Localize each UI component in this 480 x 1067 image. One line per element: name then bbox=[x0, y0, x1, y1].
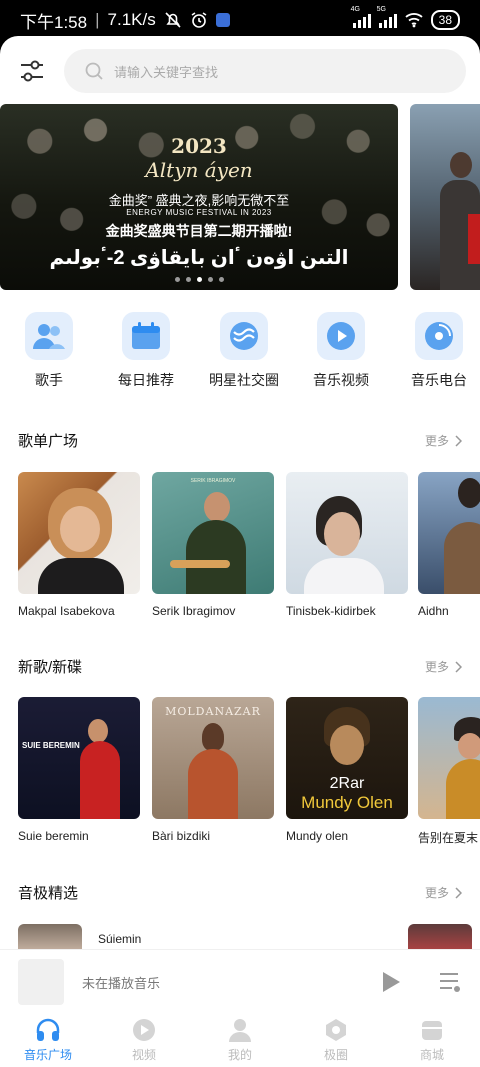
network-speed: 7.1K/s bbox=[107, 10, 156, 29]
category-video[interactable]: 音乐视频 bbox=[296, 312, 386, 390]
category-row: 歌手 每日推荐 明星社交圈 音乐视频 音乐电台 bbox=[0, 312, 480, 396]
clock: 下午1:58 bbox=[20, 12, 88, 32]
banner-slide[interactable]: 2023 Altyn áyen 金曲奖” 盛典之夜,影响无微不至 ENERGY … bbox=[0, 104, 398, 290]
bottom-tab-bar: 音乐广场 视频 我的 极圈 商城 bbox=[0, 1014, 480, 1067]
selected-item-cover[interactable] bbox=[18, 924, 82, 952]
video-icon bbox=[317, 312, 365, 360]
album-cover bbox=[418, 697, 480, 819]
signal-icon: 4G bbox=[351, 6, 371, 28]
mute-icon bbox=[165, 12, 181, 28]
playlist-row: Makpal Isabekova SERIK IBRAGIMOV Serik I… bbox=[0, 472, 480, 622]
album-card[interactable]: 告别在夏末 bbox=[418, 697, 480, 846]
player-status: 未在播放音乐 bbox=[82, 975, 161, 991]
circle-icon bbox=[326, 1019, 346, 1041]
category-social[interactable]: 明星社交圈 bbox=[199, 312, 289, 390]
selected-list: Súiemin bbox=[0, 924, 480, 952]
selected-item-cover[interactable] bbox=[408, 924, 472, 952]
shop-icon bbox=[422, 1021, 442, 1040]
album-card[interactable]: SUIE BEREMIN Suie beremin bbox=[18, 697, 140, 843]
more-link[interactable]: 更多 bbox=[425, 432, 462, 449]
category-singer[interactable]: 歌手 bbox=[4, 312, 94, 390]
tab-circle[interactable]: 极圈 bbox=[288, 1014, 384, 1067]
carousel-dots bbox=[0, 277, 398, 282]
playlist-card[interactable]: Makpal Isabekova bbox=[18, 472, 140, 618]
selected-section-header: 音极精选 更多 bbox=[18, 882, 462, 903]
banner-festival: ENERGY MUSIC FESTIVAL IN 2023 bbox=[126, 208, 272, 217]
selected-item-title[interactable]: Súiemin bbox=[98, 932, 141, 946]
playlist-card[interactable]: Aidhn bbox=[418, 472, 480, 618]
singer-icon bbox=[25, 312, 73, 360]
video-play-icon bbox=[133, 1019, 155, 1041]
tab-music-square[interactable]: 音乐广场 bbox=[0, 1014, 96, 1067]
signal-icon-2: 5G bbox=[377, 6, 397, 28]
playlist-cover bbox=[18, 472, 140, 594]
playlist-cover bbox=[418, 472, 480, 594]
social-icon bbox=[220, 312, 268, 360]
wifi-icon bbox=[405, 13, 423, 28]
chevron-right-icon bbox=[455, 886, 462, 899]
search-placeholder: 请输入关键字查找 bbox=[114, 64, 219, 80]
tab-mine[interactable]: 我的 bbox=[192, 1014, 288, 1067]
category-radio[interactable]: 音乐电台 bbox=[394, 312, 480, 390]
category-daily[interactable]: 每日推荐 bbox=[101, 312, 191, 390]
chevron-right-icon bbox=[455, 434, 462, 447]
radio-icon bbox=[415, 312, 463, 360]
headphones-icon bbox=[36, 1018, 60, 1041]
new-albums-section-header: 新歌/新碟 更多 bbox=[18, 656, 462, 677]
album-row: SUIE BEREMIN Suie beremin MOLDANAZAR Bàr… bbox=[0, 697, 480, 847]
banner-announcement: 金曲奖盛典节目第二期开播啦! bbox=[105, 223, 293, 239]
status-bar: 下午1:58 | 7.1K/s 4G 5G 38 bbox=[0, 0, 480, 40]
calendar-icon bbox=[122, 312, 170, 360]
app-notification-icon bbox=[215, 13, 230, 27]
tab-video[interactable]: 视频 bbox=[96, 1014, 192, 1067]
playlist-section-header: 歌单广场 更多 bbox=[18, 430, 462, 451]
playlist-queue-icon[interactable] bbox=[438, 971, 462, 993]
playlist-card[interactable]: SERIK IBRAGIMOV Serik Ibragimov bbox=[152, 472, 274, 618]
album-card[interactable]: 2Rar Mundy Olen Mundy olen bbox=[286, 697, 408, 843]
battery-indicator: 38 bbox=[430, 10, 460, 30]
more-link[interactable]: 更多 bbox=[425, 658, 462, 675]
album-cover: 2Rar Mundy Olen bbox=[286, 697, 408, 819]
playlist-cover bbox=[286, 472, 408, 594]
chevron-right-icon bbox=[455, 660, 462, 673]
play-icon[interactable] bbox=[380, 970, 402, 994]
album-cover: SUIE BEREMIN bbox=[18, 697, 140, 819]
more-link[interactable]: 更多 bbox=[425, 884, 462, 901]
banner-name: Altyn áyen bbox=[145, 158, 253, 182]
tab-shop[interactable]: 商城 bbox=[384, 1014, 480, 1067]
section-title: 歌单广场 bbox=[18, 433, 79, 450]
album-cover: MOLDANAZAR bbox=[152, 697, 274, 819]
top-bar: 请输入关键字查找 bbox=[0, 36, 480, 106]
alarm-icon bbox=[191, 12, 207, 28]
album-card[interactable]: MOLDANAZAR Bàri bizdiki bbox=[152, 697, 274, 843]
banner-kazakh-title: التىن اۋەن ٴان بايقاۋى 2-ٴبولىم bbox=[49, 247, 349, 269]
search-icon bbox=[85, 62, 103, 80]
playlist-card[interactable]: Tinisbek-kidirbek bbox=[286, 472, 408, 618]
mini-player[interactable]: 未在播放音乐 bbox=[0, 950, 480, 1014]
banner-subtitle: 金曲奖” 盛典之夜,影响无微不至 bbox=[108, 193, 290, 208]
section-title: 音极精选 bbox=[18, 885, 79, 902]
music-app: 请输入关键字查找 2023 Altyn áyen 金曲奖” 盛典之夜,影响无微不… bbox=[0, 36, 480, 1067]
filter-settings-icon[interactable] bbox=[18, 57, 46, 85]
search-input[interactable]: 请输入关键字查找 bbox=[64, 49, 466, 93]
banner-carousel[interactable]: 2023 Altyn áyen 金曲奖” 盛典之夜,影响无微不至 ENERGY … bbox=[0, 104, 480, 290]
banner-year: 2023 bbox=[171, 134, 227, 158]
section-title: 新歌/新碟 bbox=[18, 659, 83, 676]
banner-next-slide[interactable] bbox=[410, 104, 480, 290]
user-icon bbox=[229, 1019, 251, 1042]
player-artwork bbox=[18, 959, 64, 1005]
playlist-cover: SERIK IBRAGIMOV bbox=[152, 472, 274, 594]
